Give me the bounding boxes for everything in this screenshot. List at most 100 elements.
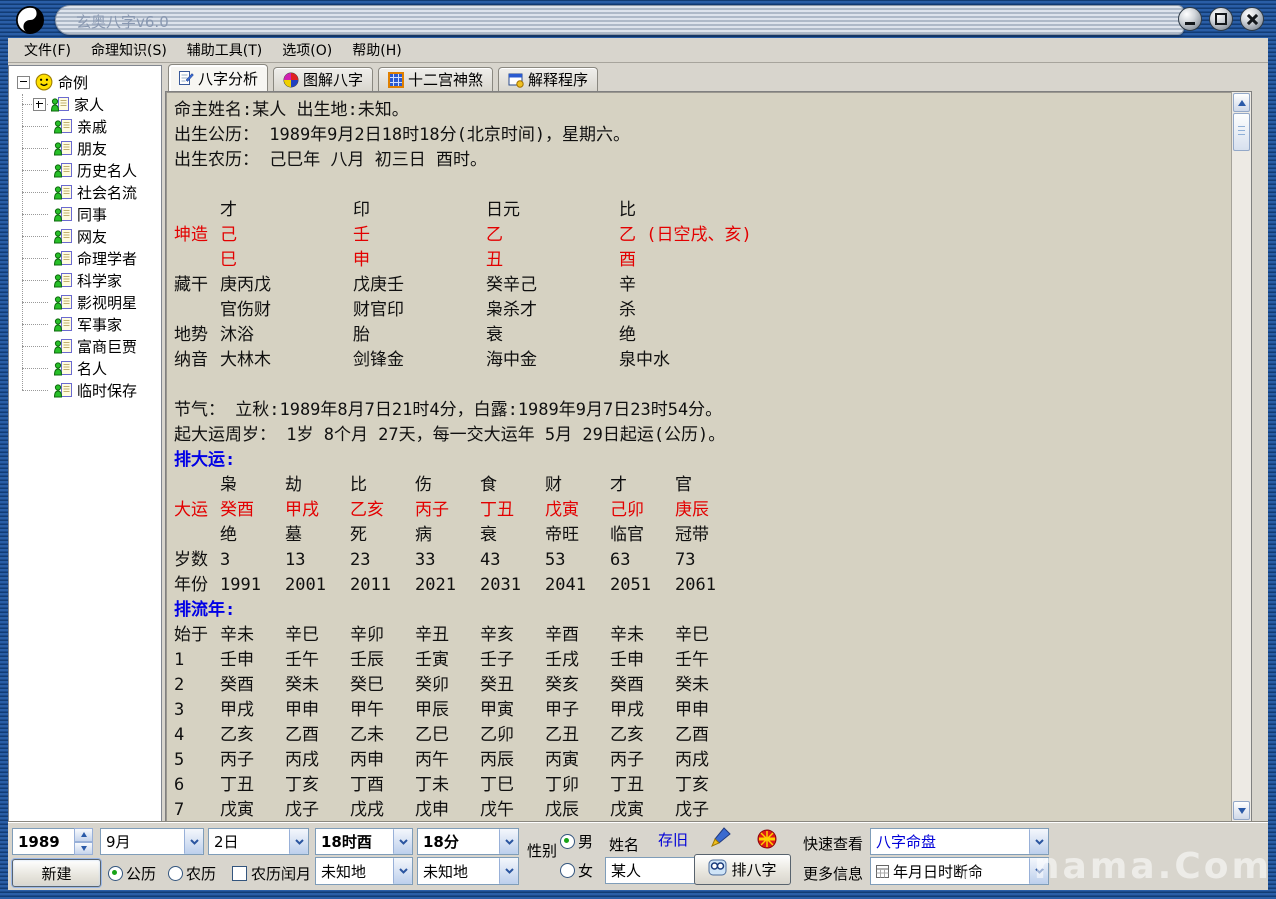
menu-item-3[interactable]: 辅助工具(T) — [177, 38, 272, 62]
day-select[interactable]: 2日 — [208, 828, 309, 855]
vertical-scrollbar[interactable] — [1231, 92, 1251, 821]
spin-down-button[interactable] — [74, 842, 93, 856]
person-doc-icon — [53, 184, 73, 201]
analysis-line: 才印日元比 — [174, 198, 1230, 223]
chevron-down-icon[interactable] — [393, 829, 412, 854]
year-spinner — [74, 828, 93, 855]
analysis-line: 始于辛未辛巳辛卯辛丑辛亥辛酉辛未辛巳 — [174, 623, 1230, 648]
tab-label: 图解八字 — [303, 69, 363, 90]
tree-item-8[interactable]: 命理学者 — [9, 247, 161, 269]
tab-2[interactable]: 图解八字 — [273, 67, 373, 91]
gender-male-radio[interactable]: 男 — [560, 831, 593, 852]
leap-label: 农历闰月 — [251, 865, 311, 883]
checkbox-icon — [232, 866, 247, 881]
current-place-value: 未知地 — [423, 861, 468, 882]
chevron-down-icon[interactable] — [393, 858, 412, 884]
gender-female-radio[interactable]: 女 — [560, 860, 593, 881]
analysis-line — [174, 173, 1230, 198]
tree-item-5[interactable]: 社会名流 — [9, 181, 161, 203]
lunar-calendar-radio[interactable]: 农历 — [168, 863, 216, 884]
tab-4[interactable]: 解释程序 — [498, 67, 598, 91]
tree-item-11[interactable]: 军事家 — [9, 313, 161, 335]
paipan-button[interactable]: 排八字 — [694, 854, 791, 885]
analysis-line: 纳音大林木剑锋金海中金泉中水 — [174, 348, 1230, 373]
tree-item-label: 网友 — [77, 226, 107, 247]
tree-item-3[interactable]: 朋友 — [9, 137, 161, 159]
solar-calendar-radio[interactable]: 公历 — [108, 863, 156, 884]
grid-table-icon — [388, 72, 404, 88]
tree-item-13[interactable]: 名人 — [9, 357, 161, 379]
brush-icon[interactable] — [710, 826, 732, 854]
more-info-value: 年月日时断命 — [893, 861, 983, 882]
analysis-line: 地势沐浴胎衰绝 — [174, 323, 1230, 348]
menu-item-1[interactable]: 文件(F) — [14, 38, 81, 62]
close-button[interactable] — [1240, 7, 1264, 31]
save-old-link[interactable]: 存旧 — [658, 829, 688, 850]
birthplace-value: 未知地 — [321, 861, 366, 882]
chevron-down-icon[interactable] — [1029, 829, 1048, 854]
tree-item-label: 影视明星 — [77, 292, 137, 313]
analysis-line: 2癸酉癸未癸巳癸卯癸丑癸亥癸酉癸未 — [174, 673, 1230, 698]
menu-item-2[interactable]: 命理知识(S) — [81, 38, 177, 62]
tree-item-14[interactable]: 临时保存 — [9, 379, 161, 401]
year-input[interactable]: 1989 — [12, 828, 79, 855]
chevron-down-icon[interactable] — [184, 829, 203, 854]
tree-item-7[interactable]: 网友 — [9, 225, 161, 247]
tree-root-mingli[interactable]: 命例 — [9, 71, 161, 93]
tree-item-4[interactable]: 历史名人 — [9, 159, 161, 181]
name-input[interactable]: 某人 — [605, 857, 702, 884]
chevron-down-icon[interactable] — [289, 829, 308, 854]
scroll-down-button[interactable] — [1233, 801, 1250, 820]
more-info-select[interactable]: 年月日时断命 — [870, 857, 1049, 885]
spin-up-button[interactable] — [74, 828, 93, 842]
analysis-line: 排大运: — [174, 448, 1230, 473]
new-button[interactable]: 新建 — [12, 859, 101, 887]
month-select[interactable]: 9月 — [100, 828, 204, 855]
analysis-line: 大运癸酉甲戌乙亥丙子丁丑戊寅己卯庚辰 — [174, 498, 1230, 523]
tree-item-label: 命理学者 — [77, 248, 137, 269]
analysis-line: 排流年: — [174, 598, 1230, 623]
person-doc-icon — [53, 272, 73, 289]
tree-item-10[interactable]: 影视明星 — [9, 291, 161, 313]
collapse-icon[interactable] — [17, 76, 30, 89]
scrollbar-thumb[interactable] — [1233, 113, 1250, 151]
tree-item-label: 历史名人 — [77, 160, 137, 181]
close-icon — [1246, 13, 1258, 25]
pie-chart-icon — [283, 72, 299, 88]
birthplace-select[interactable]: 未知地 — [315, 857, 413, 885]
chevron-down-icon[interactable] — [499, 829, 518, 854]
analysis-line: 出生公历： 1989年9月2日18时18分(北京时间)，星期六。 — [174, 123, 1230, 148]
minute-select[interactable]: 18分 — [417, 828, 519, 855]
person-doc-icon — [53, 206, 73, 223]
current-place-select[interactable]: 未知地 — [417, 857, 519, 885]
person-doc-icon — [53, 250, 73, 267]
radio-icon — [168, 866, 183, 881]
tab-1[interactable]: 八字分析 — [168, 64, 268, 91]
menu-item-4[interactable]: 选项(O) — [272, 38, 342, 62]
expand-icon[interactable] — [33, 98, 46, 111]
hour-select[interactable]: 18时酉 — [315, 828, 413, 855]
wheel-stop-icon[interactable] — [757, 829, 777, 853]
chevron-down-icon[interactable] — [1029, 858, 1048, 884]
menu-item-5[interactable]: 帮助(H) — [342, 38, 411, 62]
maximize-button[interactable] — [1209, 7, 1233, 31]
tree-item-6[interactable]: 同事 — [9, 203, 161, 225]
tree-item-label: 社会名流 — [77, 182, 137, 203]
tree-item-9[interactable]: 科学家 — [9, 269, 161, 291]
bazi-analysis-text: 命主姓名:某人 出生地:未知。出生公历： 1989年9月2日18时18分(北京时… — [168, 94, 1230, 819]
minimize-button[interactable] — [1178, 7, 1202, 31]
scroll-up-button[interactable] — [1233, 93, 1250, 112]
tree-item-1[interactable]: 家人 — [9, 93, 161, 115]
radio-icon — [560, 863, 575, 878]
tab-3[interactable]: 十二宫神煞 — [378, 67, 493, 91]
analysis-line: 1壬申壬午壬辰壬寅壬子壬戌壬申壬午 — [174, 648, 1230, 673]
tree-item-2[interactable]: 亲戚 — [9, 115, 161, 137]
chevron-down-icon[interactable] — [499, 858, 518, 884]
tree-item-label: 同事 — [77, 204, 107, 225]
quick-view-select[interactable]: 八字命盘 — [870, 828, 1049, 855]
arrow-up-icon — [1238, 100, 1246, 106]
tree-item-12[interactable]: 富商巨贾 — [9, 335, 161, 357]
leap-month-checkbox[interactable]: 农历闰月 — [232, 863, 311, 884]
tree-root-label: 命例 — [58, 72, 88, 93]
analysis-line: 坤造己壬乙乙 (日空戌、亥) — [174, 223, 1230, 248]
